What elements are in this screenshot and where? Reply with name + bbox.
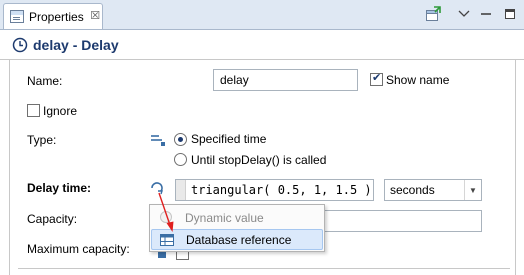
properties-header: delay - Delay [0, 31, 524, 60]
menu-item-database-reference-label: Database reference [186, 232, 292, 247]
minimize-icon[interactable] [478, 6, 494, 22]
name-label: Name: [27, 74, 63, 88]
close-icon[interactable]: ☒ [90, 11, 101, 22]
delay-time-label: Delay time: [27, 181, 92, 195]
delay-time-expression-field[interactable]: triangular( 0.5, 1, 1.5 ) [175, 179, 374, 201]
properties-icon [10, 10, 24, 23]
radio-until-stop-delay-label: Until stopDelay() is called [191, 153, 327, 167]
annotation-arrow [158, 192, 174, 232]
max-capacity-label: Maximum capacity: [27, 242, 130, 256]
tab-properties[interactable]: Properties ☒ [3, 3, 103, 29]
time-unit-select[interactable]: seconds ▼ [384, 179, 482, 201]
section-divider [18, 268, 510, 269]
ignore-checkbox[interactable] [27, 104, 40, 117]
radio-until-stop-delay[interactable] [174, 153, 187, 166]
show-name-label: Show name [386, 73, 450, 87]
clock-icon [12, 37, 28, 53]
maximize-icon[interactable] [502, 6, 518, 22]
name-field[interactable]: delay [213, 69, 358, 91]
tab-properties-label: Properties [29, 9, 84, 24]
view-tab-bar: Properties ☒ [0, 0, 524, 30]
chevron-down-icon[interactable]: ▼ [464, 180, 481, 200]
pin-to-view-icon[interactable] [425, 6, 441, 22]
page-title: delay - Delay [33, 37, 119, 53]
time-unit-value: seconds [390, 183, 435, 197]
type-label: Type: [27, 133, 57, 147]
menu-item-dynamic-value-label: Dynamic value [185, 210, 264, 225]
delay-time-expression: triangular( 0.5, 1, 1.5 ) [191, 183, 372, 197]
static-parameter-icon[interactable] [150, 133, 166, 147]
parameter-icon[interactable] [158, 252, 166, 258]
radio-specified-time-label: Specified time [191, 132, 267, 146]
radio-specified-time[interactable] [174, 133, 187, 146]
capacity-field[interactable] [322, 210, 482, 232]
view-menu-icon[interactable] [456, 6, 472, 22]
capacity-label: Capacity: [27, 212, 78, 226]
ignore-label: Ignore [43, 104, 78, 118]
show-name-checkbox[interactable] [370, 71, 383, 86]
